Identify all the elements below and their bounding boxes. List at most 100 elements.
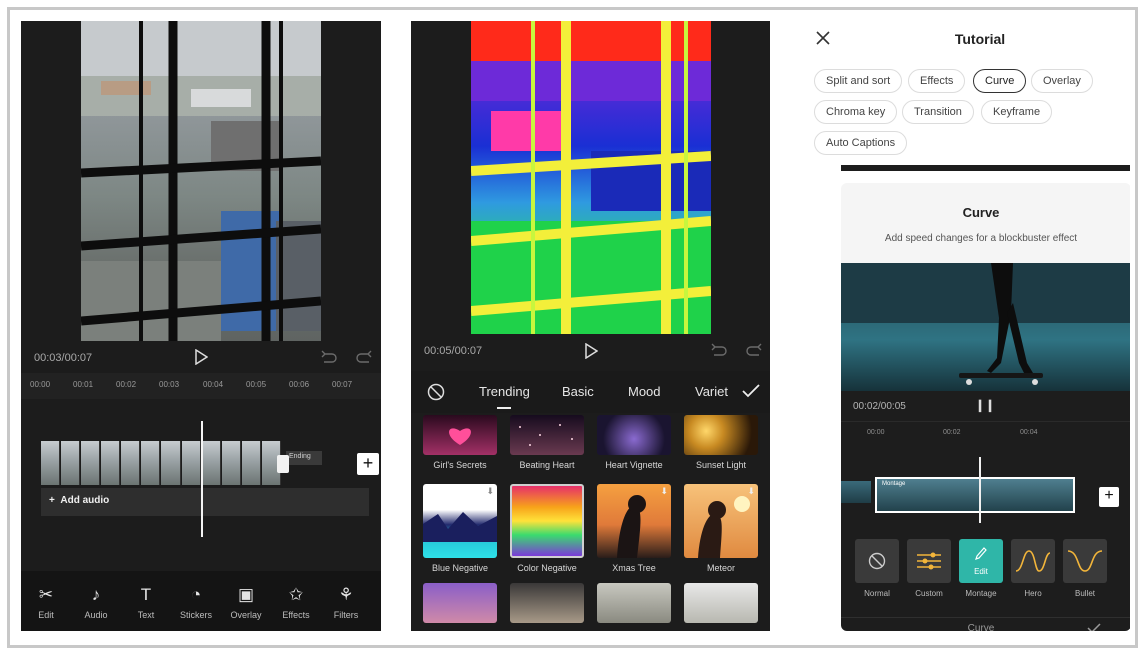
selected-clip[interactable]: Montage (875, 477, 1075, 513)
tool-effects[interactable]: ✩ Effects (271, 571, 321, 631)
undo-icon[interactable] (711, 343, 727, 357)
effect-item[interactable]: Girl's Secrets (423, 415, 497, 470)
undo-icon[interactable] (321, 350, 337, 364)
effect-item[interactable]: Sunset Light (684, 415, 758, 470)
effect-item[interactable] (684, 583, 758, 623)
effect-label: Girl's Secrets (433, 460, 487, 470)
ruler-tick: 00:02 (116, 380, 137, 389)
tool-filters[interactable]: ⚘ Filters (321, 571, 371, 631)
playhead[interactable] (201, 421, 203, 537)
add-clip-button[interactable]: + (1099, 487, 1119, 507)
effect-label: Beating Heart (519, 460, 575, 470)
sticker-icon: ◔ (190, 585, 202, 604)
effect-label: Heart Vignette (605, 460, 663, 470)
play-icon[interactable] (584, 343, 598, 359)
chip-chroma-key[interactable]: Chroma key (814, 100, 898, 124)
redo-icon[interactable] (356, 350, 372, 364)
confirm-check-icon[interactable] (1087, 623, 1101, 631)
video-preview (81, 21, 321, 341)
overlay-icon: ▣ (237, 585, 255, 604)
effect-item-selected[interactable]: Color Negative (510, 484, 584, 573)
bottom-title: Curve (967, 623, 995, 631)
preset-hero[interactable] (1011, 539, 1055, 583)
redo-icon[interactable] (746, 343, 762, 357)
confirm-check-icon[interactable] (742, 384, 760, 398)
tab-trending[interactable]: Trending (479, 384, 530, 399)
effect-item[interactable]: Beating Heart (510, 415, 584, 470)
effect-category-tabs: Trending Basic Mood Variet (411, 371, 770, 413)
chip-auto-captions[interactable]: Auto Captions (814, 131, 908, 155)
divider (841, 421, 1130, 422)
preset-label: Normal (864, 589, 890, 598)
effect-label: Blue Negative (431, 563, 489, 573)
video-track[interactable] (41, 441, 281, 485)
pause-icon[interactable]: ❙❙ (975, 398, 995, 412)
sliders-icon (917, 552, 941, 570)
effect-item[interactable] (423, 583, 497, 623)
download-icon[interactable]: ⬇ (747, 486, 755, 497)
chip-curve[interactable]: Curve (973, 69, 1027, 93)
effect-item[interactable] (510, 583, 584, 623)
effect-item[interactable]: ⬇ Xmas Tree (597, 484, 671, 573)
clip-thumbnail (61, 441, 81, 485)
tool-text[interactable]: T Text (121, 571, 171, 631)
tutorial-card[interactable]: Curve Add speed changes for a blockbuste… (841, 183, 1130, 631)
playhead[interactable] (979, 457, 981, 523)
play-icon[interactable] (194, 349, 208, 365)
no-effect-icon[interactable] (427, 383, 445, 401)
card-subtitle: Add speed changes for a blockbuster effe… (884, 233, 1078, 244)
effect-item[interactable]: ⬇ Meteor (684, 484, 758, 573)
tool-audio[interactable]: ♪ Audio (71, 571, 121, 631)
effect-thumbnail (423, 583, 497, 623)
card-title: Curve (962, 205, 1000, 220)
tab-mood[interactable]: Mood (628, 384, 661, 399)
effect-item[interactable]: ⬇ Blue Negative (423, 484, 497, 573)
tool-label: Audio (84, 610, 108, 620)
ruler-tick: 00:01 (73, 380, 94, 389)
clip-thumbnail (161, 441, 181, 485)
add-audio-button[interactable]: + Add audio (41, 488, 369, 516)
chip-keyframe[interactable]: Keyframe (981, 100, 1053, 124)
preset-custom[interactable] (907, 539, 951, 583)
ruler-tick: 00:04 (1020, 429, 1038, 436)
effects-star-icon: ✩ (288, 585, 304, 604)
chip-split-and-sort[interactable]: Split and sort (814, 69, 903, 93)
effect-item[interactable]: Heart Vignette (597, 415, 671, 470)
skater-graphic (841, 263, 1130, 385)
tool-label: Overlay (230, 610, 262, 620)
tab-basic[interactable]: Basic (562, 384, 594, 399)
clip-thumbnail (221, 441, 241, 485)
effect-label: Xmas Tree (612, 563, 656, 573)
effect-thumbnail (684, 583, 758, 623)
preset-montage-selected[interactable]: Edit (959, 539, 1003, 583)
ruler-tick: 00:06 (289, 380, 310, 389)
preset-normal[interactable] (855, 539, 899, 583)
ruler-tick: 00:02 (943, 429, 961, 436)
preset-label: Bullet (1074, 589, 1095, 598)
chip-transition[interactable]: Transition (902, 100, 974, 124)
tool-stickers[interactable]: ◔ Stickers (171, 571, 221, 631)
download-icon[interactable]: ⬇ (486, 486, 494, 497)
chip-overlay[interactable]: Overlay (1031, 69, 1093, 93)
scissors-icon: ✂ (38, 585, 54, 604)
effect-label: Color Negative (517, 563, 577, 573)
no-curve-icon (868, 552, 886, 570)
window-frame-graphic (81, 21, 321, 341)
effect-thumbnail (597, 415, 671, 455)
transition-handle[interactable] (277, 455, 289, 473)
preset-bullet[interactable] (1063, 539, 1107, 583)
preset-label: Hero (1024, 589, 1042, 598)
editor-panel: 00:03/00:07 00:00 00:01 00:02 00:03 00:04 00:… (21, 21, 381, 631)
tool-overlay[interactable]: ▣ Overlay (221, 571, 271, 631)
effect-label: Meteor (706, 563, 735, 573)
effect-item[interactable] (597, 583, 671, 623)
edit-pencil-icon (975, 547, 987, 560)
tool-edit[interactable]: ✂ Edit (21, 571, 71, 631)
ending-clip[interactable]: Ending (286, 451, 322, 465)
tab-variety[interactable]: Variet (695, 384, 728, 399)
download-icon[interactable]: ⬇ (660, 486, 668, 497)
add-clip-button[interactable]: + (357, 453, 379, 475)
chip-effects[interactable]: Effects (908, 69, 966, 93)
preset-label: Custom (915, 589, 943, 598)
tool-label: Edit (38, 610, 54, 620)
